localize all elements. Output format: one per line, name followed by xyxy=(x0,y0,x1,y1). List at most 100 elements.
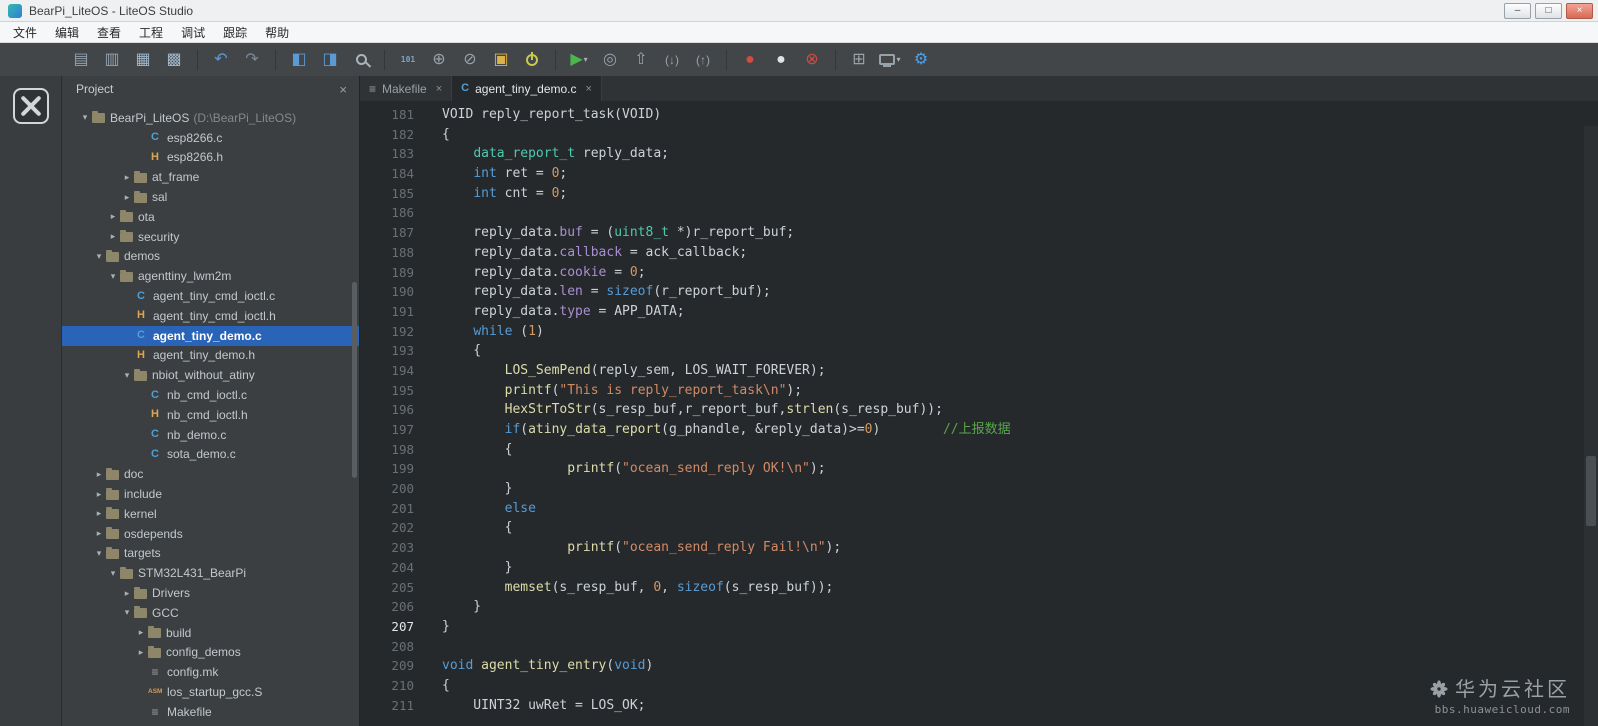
tree-item-los_startup_gcc.S[interactable]: ASM los_startup_gcc.S xyxy=(62,682,359,702)
tree-item-at_frame[interactable]: ▸ at_frame xyxy=(62,167,359,187)
editor-scrollbar[interactable] xyxy=(1584,126,1598,726)
expand-arrow-icon[interactable]: ▸ xyxy=(106,231,120,242)
run-button[interactable]: ▶ ▾ xyxy=(566,47,592,73)
panel-close-icon[interactable]: × xyxy=(339,82,347,97)
expand-arrow-icon[interactable]: ▾ xyxy=(92,251,106,262)
menu-item[interactable]: 跟踪 xyxy=(214,22,256,42)
binary-view-button[interactable]: 101 xyxy=(395,47,421,73)
tree-item-nb_cmd_ioctl.h[interactable]: Hnb_cmd_ioctl.h xyxy=(62,405,359,425)
expand-arrow-icon[interactable]: ▾ xyxy=(106,568,120,579)
code-text: { xyxy=(442,677,450,693)
power-button[interactable] xyxy=(519,47,545,73)
tree-item-ota[interactable]: ▸ ota xyxy=(62,207,359,227)
expand-arrow-icon[interactable]: ▸ xyxy=(120,192,134,203)
folder-icon xyxy=(134,606,147,619)
tree-item-nbiot_without_atiny[interactable]: ▾ nbiot_without_atiny xyxy=(62,365,359,385)
expand-arrow-icon[interactable]: ▾ xyxy=(106,271,120,282)
step-into-button[interactable]: (↓) xyxy=(659,47,685,73)
line-number: 202 xyxy=(391,520,414,536)
tree-item-include[interactable]: ▸ include xyxy=(62,484,359,504)
package-button[interactable]: ▣ xyxy=(488,47,514,73)
flash-burn-icon: ⊕ xyxy=(432,50,446,68)
menu-item[interactable]: 文件 xyxy=(4,22,46,42)
tree-item-sal[interactable]: ▸ sal xyxy=(62,187,359,207)
new-window-button[interactable]: ◨ xyxy=(317,47,343,73)
expand-arrow-icon[interactable]: ▸ xyxy=(120,588,134,599)
tree-scrollbar[interactable] xyxy=(352,282,357,478)
tree-item-label: doc xyxy=(124,467,144,482)
clear-button[interactable]: ⊗ xyxy=(799,47,825,73)
flash-burn-button[interactable]: ⊕ xyxy=(426,47,452,73)
tree-item-demos[interactable]: ▾ demos xyxy=(62,247,359,267)
tree-item-esp8266.c[interactable]: Cesp8266.c xyxy=(62,128,359,148)
tree-item-esp8266.h[interactable]: Hesp8266.h xyxy=(62,148,359,168)
expand-arrow-icon[interactable]: ▸ xyxy=(106,211,120,222)
tree-item-config.mk[interactable]: ≡ config.mk xyxy=(62,662,359,682)
tree-item-targets[interactable]: ▾ targets xyxy=(62,544,359,564)
undo-button[interactable]: ↶ xyxy=(208,47,234,73)
save-button[interactable]: ▦ xyxy=(130,47,156,73)
close-button[interactable]: × xyxy=(1566,2,1593,19)
redo-button[interactable]: ↷ xyxy=(239,47,265,73)
tree-item-doc[interactable]: ▸ doc xyxy=(62,464,359,484)
expand-arrow-icon[interactable]: ▾ xyxy=(78,112,92,123)
tree-item-Drivers[interactable]: ▸ Drivers xyxy=(62,583,359,603)
tree-item-agent_tiny_demo.c[interactable]: Cagent_tiny_demo.c xyxy=(62,325,359,346)
expand-arrow-icon[interactable]: ▸ xyxy=(120,172,134,183)
disable-button[interactable]: ⊘ xyxy=(457,47,483,73)
tree-item-STM32L431_BearPi[interactable]: ▾ STM32L431_BearPi xyxy=(62,563,359,583)
expand-arrow-icon[interactable]: ▸ xyxy=(92,469,106,480)
step-out-button[interactable]: (↑) xyxy=(690,47,716,73)
tree-item-osdepends[interactable]: ▸ osdepends xyxy=(62,524,359,544)
minimize-button[interactable]: – xyxy=(1504,2,1531,19)
menu-item[interactable]: 调试 xyxy=(172,22,214,42)
expand-arrow-icon[interactable]: ▸ xyxy=(92,528,106,539)
expand-arrow-icon[interactable]: ▾ xyxy=(120,370,134,381)
tab-close-icon[interactable]: × xyxy=(586,83,592,95)
deploy-button[interactable]: ⇧ xyxy=(628,47,654,73)
record-button[interactable]: ● xyxy=(737,47,763,73)
save-all-button[interactable]: ▩ xyxy=(161,47,187,73)
tree-item-sota_demo.c[interactable]: Csota_demo.c xyxy=(62,445,359,465)
tree-item-agent_tiny_demo.h[interactable]: Hagent_tiny_demo.h xyxy=(62,346,359,366)
monitor-button[interactable]: ▾ xyxy=(877,47,903,73)
expand-arrow-icon[interactable]: ▸ xyxy=(134,647,148,658)
tree-item-build[interactable]: ▸ build xyxy=(62,623,359,643)
tree-item-agent_tiny_cmd_ioctl.c[interactable]: Cagent_tiny_cmd_ioctl.c xyxy=(62,286,359,306)
calculator-button[interactable]: ⊞ xyxy=(846,47,872,73)
expand-arrow-icon[interactable]: ▸ xyxy=(134,627,148,638)
settings-button[interactable]: ⚙ xyxy=(908,47,934,73)
tree-item-kernel[interactable]: ▸ kernel xyxy=(62,504,359,524)
stop-button[interactable]: ● xyxy=(768,47,794,73)
expand-arrow-icon[interactable]: ▾ xyxy=(92,548,106,559)
debug-button[interactable]: ◎ xyxy=(597,47,623,73)
tab-close-icon[interactable]: × xyxy=(436,83,442,95)
menu-item[interactable]: 编辑 xyxy=(46,22,88,42)
tree-item-BearPi_LiteOS[interactable]: ▾ BearPi_LiteOS (D:\BearPi_LiteOS) xyxy=(62,108,359,128)
tree-item-nb_cmd_ioctl.c[interactable]: Cnb_cmd_ioctl.c xyxy=(62,385,359,405)
code-line: 202 { xyxy=(360,518,1598,538)
expand-arrow-icon[interactable]: ▾ xyxy=(120,607,134,618)
expand-arrow-icon[interactable]: ▸ xyxy=(92,489,106,500)
split-editor-button[interactable]: ◧ xyxy=(286,47,312,73)
tree-item-nb_demo.c[interactable]: Cnb_demo.c xyxy=(62,425,359,445)
open-project-button[interactable]: ▥ xyxy=(99,47,125,73)
search-button[interactable] xyxy=(348,47,374,73)
menu-item[interactable]: 工程 xyxy=(130,22,172,42)
menu-item[interactable]: 查看 xyxy=(88,22,130,42)
expand-arrow-icon[interactable]: ▸ xyxy=(92,508,106,519)
code-editor[interactable]: 181 VOID reply_report_task(VOID) 182 {183 d… xyxy=(360,101,1598,726)
maximize-button[interactable]: □ xyxy=(1535,2,1562,19)
editor-scrollbar-thumb[interactable] xyxy=(1586,456,1596,526)
tree-item-config_demos[interactable]: ▸ config_demos xyxy=(62,643,359,663)
tree-item-Makefile[interactable]: ≡ Makefile xyxy=(62,702,359,722)
tree-item-agent_tiny_cmd_ioctl.h[interactable]: Hagent_tiny_cmd_ioctl.h xyxy=(62,306,359,326)
liteos-studio-logo-icon[interactable] xyxy=(12,88,49,124)
tree-item-GCC[interactable]: ▾ GCC xyxy=(62,603,359,623)
menu-item[interactable]: 帮助 xyxy=(256,22,298,42)
tree-item-agenttiny_lwm2m[interactable]: ▾ agenttiny_lwm2m xyxy=(62,266,359,286)
tab-agent_tiny_demo.c[interactable]: Cagent_tiny_demo.c × xyxy=(452,76,602,101)
tab-makefile[interactable]: ≡ Makefile × xyxy=(360,76,453,101)
tree-item-security[interactable]: ▸ security xyxy=(62,227,359,247)
import-project-button[interactable]: ▤ xyxy=(68,47,94,73)
